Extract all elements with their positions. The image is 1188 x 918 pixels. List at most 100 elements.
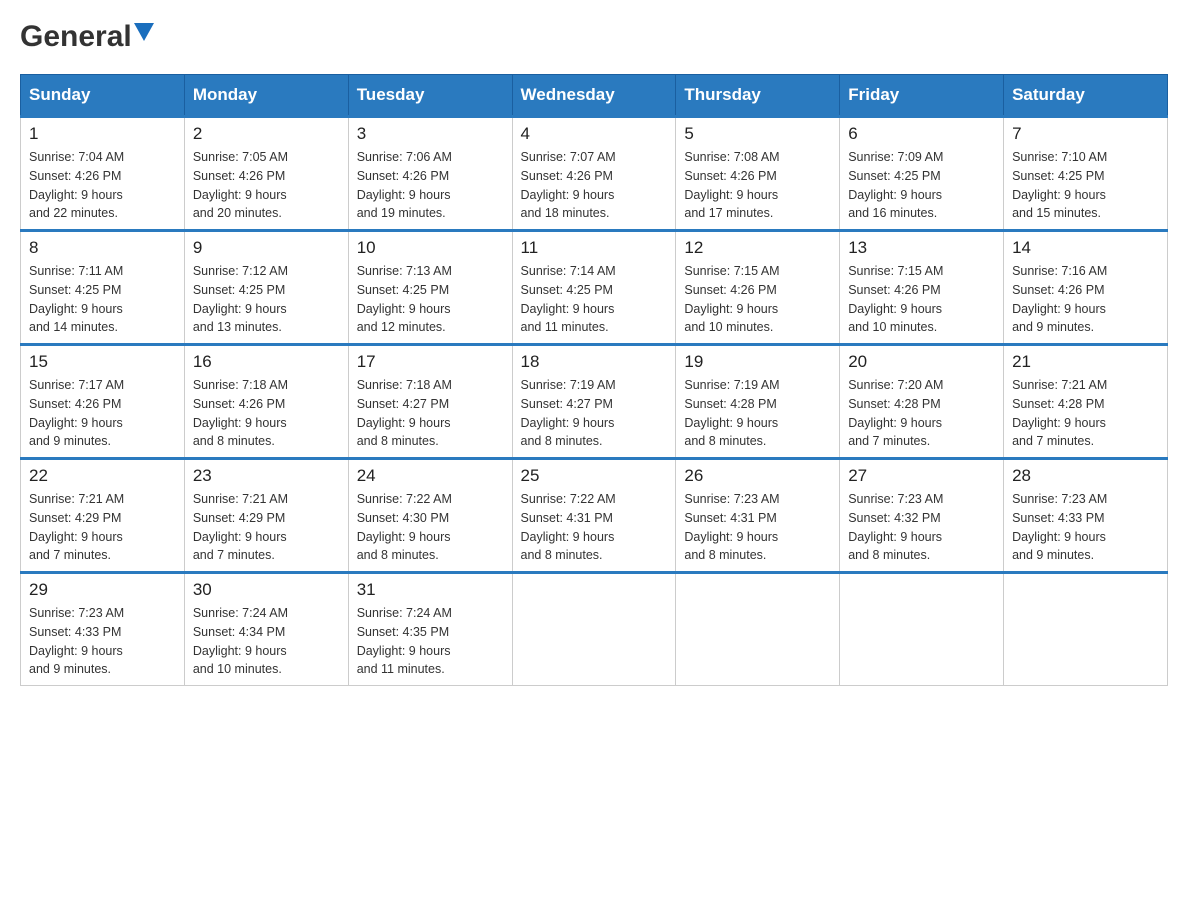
calendar-cell xyxy=(840,573,1004,686)
day-number: 21 xyxy=(1012,352,1159,372)
weekday-header-row: SundayMondayTuesdayWednesdayThursdayFrid… xyxy=(21,75,1168,117)
calendar-cell: 7 Sunrise: 7:10 AMSunset: 4:25 PMDayligh… xyxy=(1004,117,1168,231)
day-info: Sunrise: 7:23 AMSunset: 4:33 PMDaylight:… xyxy=(29,606,124,676)
day-number: 2 xyxy=(193,124,340,144)
day-number: 4 xyxy=(521,124,668,144)
day-number: 29 xyxy=(29,580,176,600)
day-number: 20 xyxy=(848,352,995,372)
day-info: Sunrise: 7:07 AMSunset: 4:26 PMDaylight:… xyxy=(521,150,616,220)
day-info: Sunrise: 7:08 AMSunset: 4:26 PMDaylight:… xyxy=(684,150,779,220)
weekday-header-tuesday: Tuesday xyxy=(348,75,512,117)
day-info: Sunrise: 7:15 AMSunset: 4:26 PMDaylight:… xyxy=(684,264,779,334)
calendar-cell: 18 Sunrise: 7:19 AMSunset: 4:27 PMDaylig… xyxy=(512,345,676,459)
calendar-cell: 17 Sunrise: 7:18 AMSunset: 4:27 PMDaylig… xyxy=(348,345,512,459)
day-number: 7 xyxy=(1012,124,1159,144)
day-info: Sunrise: 7:18 AMSunset: 4:27 PMDaylight:… xyxy=(357,378,452,448)
calendar-cell: 2 Sunrise: 7:05 AMSunset: 4:26 PMDayligh… xyxy=(184,117,348,231)
calendar-week-row: 1 Sunrise: 7:04 AMSunset: 4:26 PMDayligh… xyxy=(21,117,1168,231)
day-info: Sunrise: 7:17 AMSunset: 4:26 PMDaylight:… xyxy=(29,378,124,448)
day-info: Sunrise: 7:14 AMSunset: 4:25 PMDaylight:… xyxy=(521,264,616,334)
day-number: 6 xyxy=(848,124,995,144)
weekday-header-sunday: Sunday xyxy=(21,75,185,117)
day-info: Sunrise: 7:15 AMSunset: 4:26 PMDaylight:… xyxy=(848,264,943,334)
page-header: General xyxy=(20,20,1168,54)
calendar-cell xyxy=(676,573,840,686)
day-number: 11 xyxy=(521,238,668,258)
day-info: Sunrise: 7:23 AMSunset: 4:32 PMDaylight:… xyxy=(848,492,943,562)
calendar-cell: 8 Sunrise: 7:11 AMSunset: 4:25 PMDayligh… xyxy=(21,231,185,345)
logo-general-text: General xyxy=(20,20,132,54)
day-info: Sunrise: 7:04 AMSunset: 4:26 PMDaylight:… xyxy=(29,150,124,220)
day-info: Sunrise: 7:19 AMSunset: 4:27 PMDaylight:… xyxy=(521,378,616,448)
day-info: Sunrise: 7:06 AMSunset: 4:26 PMDaylight:… xyxy=(357,150,452,220)
calendar-cell: 24 Sunrise: 7:22 AMSunset: 4:30 PMDaylig… xyxy=(348,459,512,573)
day-number: 13 xyxy=(848,238,995,258)
weekday-header-wednesday: Wednesday xyxy=(512,75,676,117)
calendar-cell: 31 Sunrise: 7:24 AMSunset: 4:35 PMDaylig… xyxy=(348,573,512,686)
day-info: Sunrise: 7:21 AMSunset: 4:29 PMDaylight:… xyxy=(193,492,288,562)
day-number: 1 xyxy=(29,124,176,144)
calendar-cell: 27 Sunrise: 7:23 AMSunset: 4:32 PMDaylig… xyxy=(840,459,1004,573)
calendar-cell: 6 Sunrise: 7:09 AMSunset: 4:25 PMDayligh… xyxy=(840,117,1004,231)
weekday-header-monday: Monday xyxy=(184,75,348,117)
logo-arrow-icon xyxy=(134,23,154,50)
calendar-cell: 20 Sunrise: 7:20 AMSunset: 4:28 PMDaylig… xyxy=(840,345,1004,459)
day-number: 9 xyxy=(193,238,340,258)
day-info: Sunrise: 7:12 AMSunset: 4:25 PMDaylight:… xyxy=(193,264,288,334)
calendar-cell: 3 Sunrise: 7:06 AMSunset: 4:26 PMDayligh… xyxy=(348,117,512,231)
calendar-cell: 9 Sunrise: 7:12 AMSunset: 4:25 PMDayligh… xyxy=(184,231,348,345)
calendar-cell: 22 Sunrise: 7:21 AMSunset: 4:29 PMDaylig… xyxy=(21,459,185,573)
day-number: 14 xyxy=(1012,238,1159,258)
day-info: Sunrise: 7:16 AMSunset: 4:26 PMDaylight:… xyxy=(1012,264,1107,334)
day-number: 8 xyxy=(29,238,176,258)
day-number: 23 xyxy=(193,466,340,486)
calendar-cell: 29 Sunrise: 7:23 AMSunset: 4:33 PMDaylig… xyxy=(21,573,185,686)
weekday-header-friday: Friday xyxy=(840,75,1004,117)
calendar-cell: 30 Sunrise: 7:24 AMSunset: 4:34 PMDaylig… xyxy=(184,573,348,686)
calendar-table: SundayMondayTuesdayWednesdayThursdayFrid… xyxy=(20,74,1168,686)
calendar-cell: 21 Sunrise: 7:21 AMSunset: 4:28 PMDaylig… xyxy=(1004,345,1168,459)
day-number: 26 xyxy=(684,466,831,486)
day-number: 19 xyxy=(684,352,831,372)
day-number: 25 xyxy=(521,466,668,486)
day-number: 31 xyxy=(357,580,504,600)
logo: General xyxy=(20,20,154,54)
calendar-cell: 1 Sunrise: 7:04 AMSunset: 4:26 PMDayligh… xyxy=(21,117,185,231)
day-info: Sunrise: 7:09 AMSunset: 4:25 PMDaylight:… xyxy=(848,150,943,220)
day-info: Sunrise: 7:23 AMSunset: 4:33 PMDaylight:… xyxy=(1012,492,1107,562)
calendar-week-row: 29 Sunrise: 7:23 AMSunset: 4:33 PMDaylig… xyxy=(21,573,1168,686)
calendar-cell: 19 Sunrise: 7:19 AMSunset: 4:28 PMDaylig… xyxy=(676,345,840,459)
day-number: 24 xyxy=(357,466,504,486)
day-number: 5 xyxy=(684,124,831,144)
day-info: Sunrise: 7:13 AMSunset: 4:25 PMDaylight:… xyxy=(357,264,452,334)
day-info: Sunrise: 7:18 AMSunset: 4:26 PMDaylight:… xyxy=(193,378,288,448)
day-info: Sunrise: 7:19 AMSunset: 4:28 PMDaylight:… xyxy=(684,378,779,448)
calendar-cell: 26 Sunrise: 7:23 AMSunset: 4:31 PMDaylig… xyxy=(676,459,840,573)
calendar-cell: 25 Sunrise: 7:22 AMSunset: 4:31 PMDaylig… xyxy=(512,459,676,573)
day-info: Sunrise: 7:21 AMSunset: 4:29 PMDaylight:… xyxy=(29,492,124,562)
calendar-cell: 12 Sunrise: 7:15 AMSunset: 4:26 PMDaylig… xyxy=(676,231,840,345)
day-info: Sunrise: 7:10 AMSunset: 4:25 PMDaylight:… xyxy=(1012,150,1107,220)
day-info: Sunrise: 7:21 AMSunset: 4:28 PMDaylight:… xyxy=(1012,378,1107,448)
day-info: Sunrise: 7:22 AMSunset: 4:30 PMDaylight:… xyxy=(357,492,452,562)
day-info: Sunrise: 7:11 AMSunset: 4:25 PMDaylight:… xyxy=(29,264,123,334)
day-info: Sunrise: 7:20 AMSunset: 4:28 PMDaylight:… xyxy=(848,378,943,448)
day-number: 30 xyxy=(193,580,340,600)
day-number: 3 xyxy=(357,124,504,144)
calendar-cell: 5 Sunrise: 7:08 AMSunset: 4:26 PMDayligh… xyxy=(676,117,840,231)
calendar-week-row: 15 Sunrise: 7:17 AMSunset: 4:26 PMDaylig… xyxy=(21,345,1168,459)
day-info: Sunrise: 7:23 AMSunset: 4:31 PMDaylight:… xyxy=(684,492,779,562)
day-info: Sunrise: 7:22 AMSunset: 4:31 PMDaylight:… xyxy=(521,492,616,562)
calendar-cell: 16 Sunrise: 7:18 AMSunset: 4:26 PMDaylig… xyxy=(184,345,348,459)
calendar-cell xyxy=(512,573,676,686)
day-number: 27 xyxy=(848,466,995,486)
day-number: 16 xyxy=(193,352,340,372)
day-info: Sunrise: 7:24 AMSunset: 4:34 PMDaylight:… xyxy=(193,606,288,676)
calendar-cell: 4 Sunrise: 7:07 AMSunset: 4:26 PMDayligh… xyxy=(512,117,676,231)
calendar-cell xyxy=(1004,573,1168,686)
calendar-week-row: 22 Sunrise: 7:21 AMSunset: 4:29 PMDaylig… xyxy=(21,459,1168,573)
calendar-cell: 15 Sunrise: 7:17 AMSunset: 4:26 PMDaylig… xyxy=(21,345,185,459)
calendar-cell: 13 Sunrise: 7:15 AMSunset: 4:26 PMDaylig… xyxy=(840,231,1004,345)
day-number: 18 xyxy=(521,352,668,372)
calendar-week-row: 8 Sunrise: 7:11 AMSunset: 4:25 PMDayligh… xyxy=(21,231,1168,345)
